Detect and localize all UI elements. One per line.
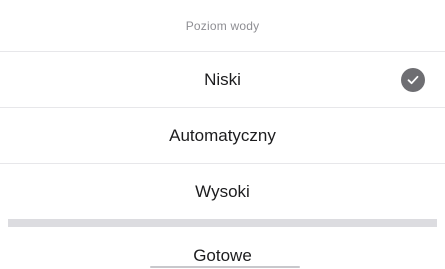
- done-button[interactable]: Gotowe: [0, 227, 445, 269]
- section-divider: [8, 219, 437, 227]
- option-niski[interactable]: Niski: [0, 52, 445, 108]
- option-label: Wysoki: [195, 182, 250, 201]
- home-indicator: [150, 266, 300, 268]
- option-label: Automatyczny: [169, 125, 276, 145]
- checkmark-circle-icon: [401, 67, 425, 92]
- done-button-label: Gotowe: [193, 246, 252, 265]
- option-label: Niski: [204, 69, 241, 89]
- option-wysoki[interactable]: Wysoki: [0, 164, 445, 220]
- sheet-title: Poziom wody: [0, 0, 445, 52]
- action-sheet: Poziom wody Niski Automatyczny Wysoki Go…: [0, 0, 445, 269]
- option-automatyczny[interactable]: Automatyczny: [0, 108, 445, 164]
